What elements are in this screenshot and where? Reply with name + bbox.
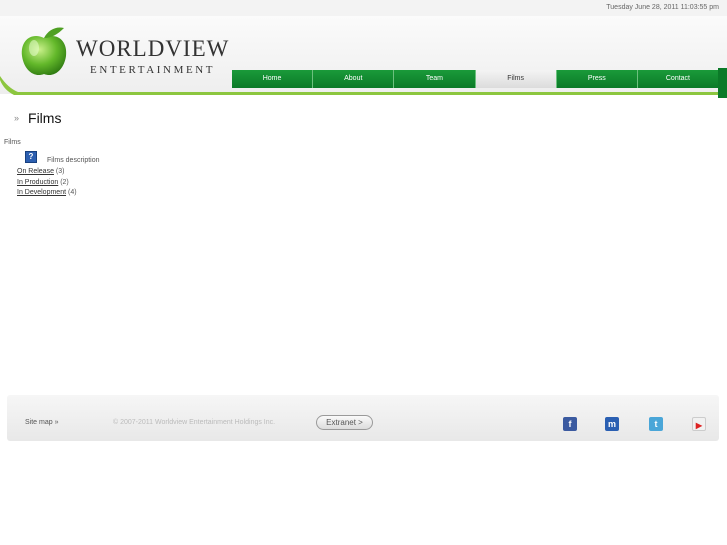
nav-team[interactable]: Team — [394, 70, 476, 88]
list-item: On Release (3) — [17, 167, 77, 178]
category-list: On Release (3) In Production (2) In Deve… — [17, 167, 77, 199]
youtube-icon[interactable]: ▶ — [692, 417, 706, 431]
myspace-icon[interactable]: m — [605, 417, 619, 431]
twitter-icon[interactable]: t — [649, 417, 663, 431]
nav-about[interactable]: About — [313, 70, 395, 88]
nav-contact[interactable]: Contact — [637, 70, 719, 88]
main-nav: Home About Team Films Press Contact — [232, 70, 719, 88]
top-bar: Tuesday June 28, 2011 11:03:55 pm — [0, 0, 727, 16]
help-icon[interactable]: ? — [25, 151, 37, 163]
facebook-icon[interactable]: f — [563, 417, 577, 431]
sitemap-link[interactable]: Site map » — [25, 419, 58, 426]
footer: Site map » © 2007-2011 Worldview Enterta… — [7, 395, 719, 441]
category-count: (4) — [67, 189, 77, 196]
brand-name: WORLDVIEW — [76, 36, 230, 61]
copyright-text: © 2007-2011 Worldview Entertainment Hold… — [113, 419, 276, 426]
page-title: Films — [28, 110, 62, 126]
category-count: (2) — [60, 178, 69, 186]
category-count: (3) — [55, 168, 65, 175]
films-description: Films description — [47, 157, 100, 164]
youtube-glyph: ▶ — [695, 421, 703, 430]
page-title-row: » Films — [14, 110, 61, 126]
on-release-link[interactable]: On Release — [17, 168, 54, 175]
list-item: In Production (2) — [17, 178, 77, 189]
nav-films[interactable]: Films — [475, 70, 557, 88]
raquo-icon: » — [14, 113, 20, 123]
in-production-link[interactable]: In Production — [17, 179, 58, 186]
breadcrumb: Films — [4, 139, 21, 146]
datetime-display: Tuesday June 28, 2011 11:03:55 pm — [606, 4, 719, 11]
nav-press[interactable]: Press — [556, 70, 638, 88]
extranet-button[interactable]: Extranet > — [316, 415, 373, 430]
list-item: In Development (4) — [17, 188, 77, 199]
in-development-link[interactable]: In Development — [17, 189, 66, 196]
nav-home[interactable]: Home — [232, 70, 314, 88]
